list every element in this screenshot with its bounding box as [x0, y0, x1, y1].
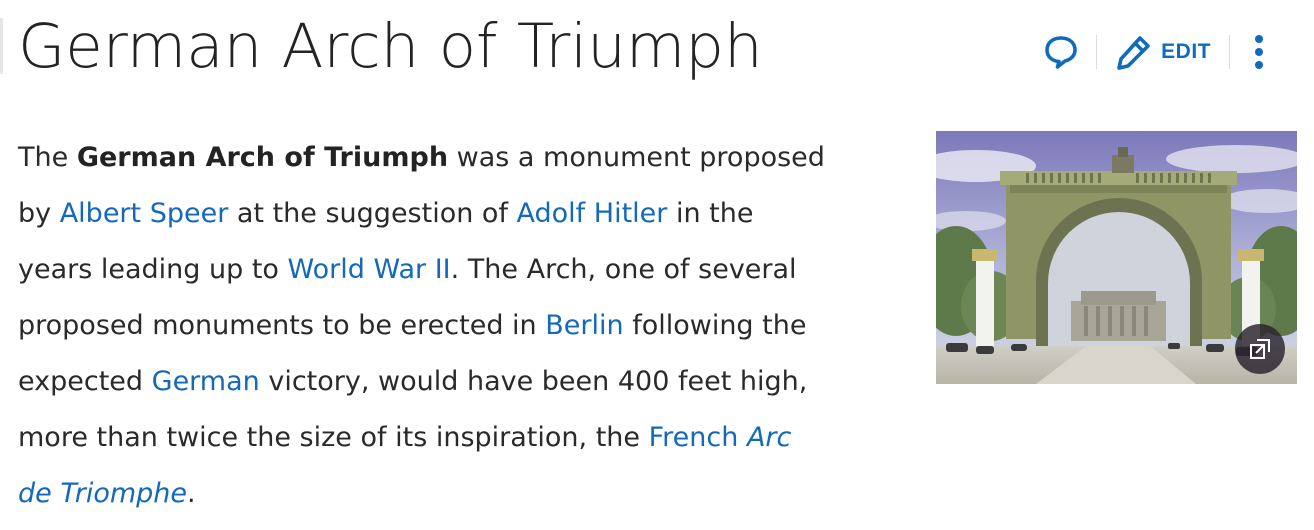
lead-text: expected [18, 366, 152, 397]
link-arc-de-triomphe[interactable]: Arc [747, 422, 791, 453]
link-german[interactable]: German [152, 366, 260, 397]
expand-icon [1250, 339, 1270, 359]
lead-text: was a monument proposed [448, 142, 825, 173]
link-world-war-ii[interactable]: World War II [288, 254, 451, 285]
lead-line: de Triomphe. [18, 466, 918, 522]
lead-text: victory, would have been 400 feet high, [259, 366, 808, 397]
action-divider [1229, 35, 1230, 69]
page-title: German Arch of Triumph [18, 11, 763, 82]
lead-text: years leading up to [18, 254, 288, 285]
lead-text: proposed monuments to be erected in [18, 310, 546, 341]
lead-text: more than twice the size of its inspirat… [18, 422, 649, 453]
left-edge-bar [0, 18, 3, 74]
link-berlin[interactable]: Berlin [545, 310, 623, 341]
edit-button[interactable]: EDIT [1111, 33, 1215, 71]
lead-line: The German Arch of Triumph was a monumen… [18, 130, 918, 186]
lead-line: by Albert Speer at the suggestion of Ado… [18, 186, 918, 242]
more-options-button[interactable] [1244, 28, 1274, 76]
lead-line: more than twice the size of its inspirat… [18, 410, 918, 466]
link-adolf-hitler[interactable]: Adolf Hitler [517, 198, 668, 229]
link-albert-speer[interactable]: Albert Speer [60, 198, 229, 229]
link-arc-text: Arc [746, 422, 792, 453]
pencil-icon [1117, 36, 1150, 70]
action-divider [1096, 35, 1098, 69]
edit-label: EDIT [1161, 40, 1211, 63]
lead-paragraph: The German Arch of Triumph was a monumen… [18, 130, 918, 522]
link-arc-de-triomphe[interactable]: de Triomphe [18, 478, 187, 509]
speech-bubble-icon [1045, 36, 1077, 69]
page-actions: EDIT [1040, 28, 1274, 76]
article-subject-bold: German Arch of Triumph [76, 142, 449, 173]
link-arc-text: de Triomphe [18, 478, 188, 509]
lead-text: following the [623, 310, 807, 341]
lead-line: expected German victory, would have been… [18, 354, 918, 410]
lead-text: at the suggestion of [228, 198, 517, 229]
lead-text: The [18, 142, 77, 173]
lead-line: proposed monuments to be erected in Berl… [18, 298, 918, 354]
lead-text: . The Arch, one of several [450, 254, 797, 285]
lead-text: in the [667, 198, 754, 229]
talk-button[interactable] [1040, 28, 1082, 76]
lead-text: . [187, 478, 196, 509]
link-french[interactable]: French [649, 422, 739, 453]
lead-text: by [18, 198, 60, 229]
expand-image-button[interactable] [1235, 324, 1285, 374]
vertical-ellipsis-icon [1255, 35, 1263, 69]
lead-line: years leading up to World War II. The Ar… [18, 242, 918, 298]
